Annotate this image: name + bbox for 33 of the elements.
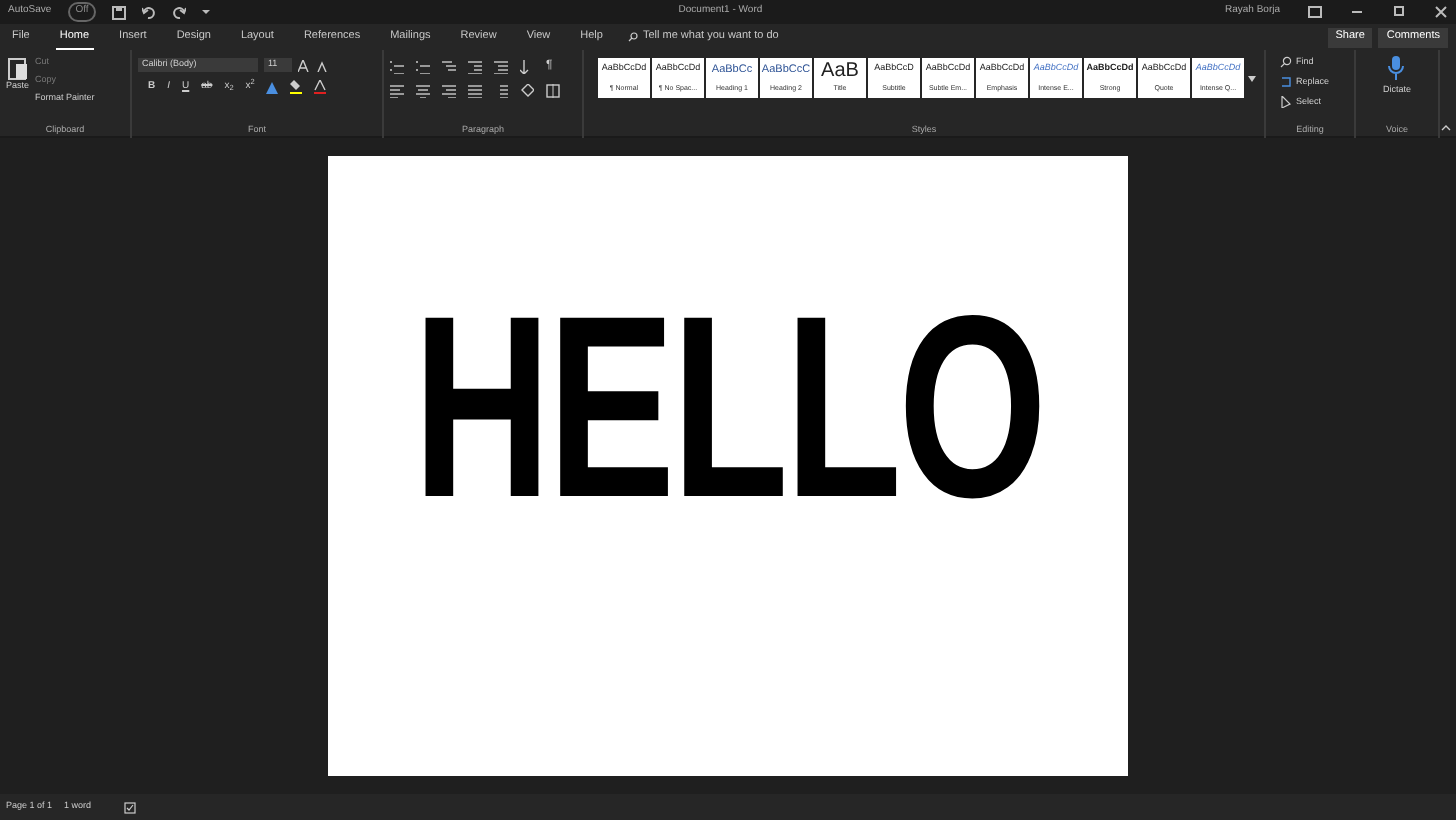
numbering-icon[interactable] <box>416 60 430 74</box>
font-color-icon[interactable] <box>314 80 327 95</box>
search-icon <box>628 32 639 42</box>
undo-icon[interactable] <box>142 5 157 19</box>
microphone-icon <box>1388 56 1405 80</box>
increase-indent-icon[interactable] <box>494 60 508 74</box>
redo-icon[interactable] <box>172 5 187 19</box>
justify-icon[interactable] <box>468 84 482 98</box>
line-spacing-icon[interactable] <box>494 84 508 98</box>
shrink-font-icon[interactable] <box>316 59 328 71</box>
decrease-indent-icon[interactable] <box>468 60 482 74</box>
customize-icon[interactable] <box>202 8 211 16</box>
align-right-icon[interactable] <box>442 84 456 98</box>
proofing-icon[interactable] <box>123 801 136 813</box>
close-icon[interactable] <box>1434 6 1448 18</box>
maximize-icon[interactable] <box>1392 6 1406 18</box>
sort-icon[interactable] <box>520 60 534 74</box>
shading-icon[interactable] <box>520 84 534 98</box>
highlighter-icon[interactable] <box>290 80 303 95</box>
text-effects-icon[interactable] <box>266 81 279 94</box>
clipboard-icon <box>7 56 28 80</box>
minimize-icon[interactable] <box>1350 6 1364 18</box>
document-text: HELLO <box>412 280 1044 545</box>
borders-icon[interactable] <box>546 84 560 98</box>
ribbon-display-icon[interactable] <box>1308 6 1322 18</box>
search-icon <box>1280 56 1292 69</box>
save-icon[interactable] <box>112 5 127 19</box>
grow-font-icon[interactable] <box>298 59 310 71</box>
bullets-icon[interactable] <box>390 60 404 74</box>
align-left-icon[interactable] <box>390 84 404 98</box>
align-center-icon[interactable] <box>416 84 430 98</box>
multilevel-list-icon[interactable] <box>442 60 456 74</box>
pointer-icon <box>1280 95 1292 108</box>
